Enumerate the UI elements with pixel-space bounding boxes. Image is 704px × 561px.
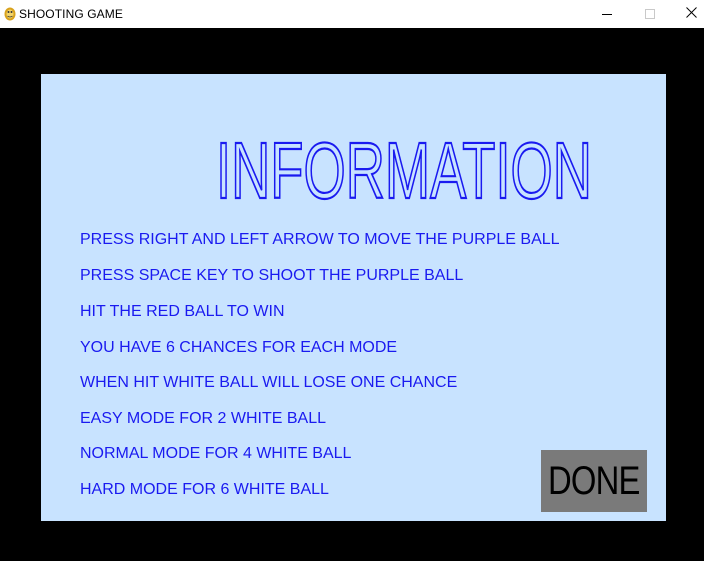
minimize-icon	[602, 13, 612, 15]
minimize-button[interactable]	[584, 0, 630, 28]
information-heading-text: INFORMATION	[216, 134, 592, 206]
title-bar: SHOOTING GAME	[0, 0, 704, 28]
window-title: SHOOTING GAME	[19, 7, 123, 21]
info-line: NORMAL MODE FOR 4 WHITE BALL	[80, 445, 352, 462]
done-button[interactable]: DONE	[541, 450, 647, 512]
info-line: HARD MODE FOR 6 WHITE BALL	[80, 481, 329, 498]
info-line: HIT THE RED BALL TO WIN	[80, 303, 285, 320]
info-line: PRESS RIGHT AND LEFT ARROW TO MOVE THE P…	[80, 231, 560, 248]
app-icon	[4, 6, 16, 21]
info-line: PRESS SPACE KEY TO SHOOT THE PURPLE BALL	[80, 267, 464, 284]
game-window: SHOOTING GAME INFORMATION PRESS RIGHT AN	[0, 0, 704, 561]
close-button[interactable]	[668, 0, 704, 28]
game-canvas: INFORMATION PRESS RIGHT AND LEFT ARROW T…	[0, 28, 704, 561]
maximize-button[interactable]	[627, 0, 673, 28]
information-panel: INFORMATION PRESS RIGHT AND LEFT ARROW T…	[41, 74, 666, 521]
done-button-label: DONE	[548, 458, 640, 503]
close-icon	[685, 5, 697, 23]
info-line: WHEN HIT WHITE BALL WILL LOSE ONE CHANCE	[80, 374, 458, 391]
info-line: YOU HAVE 6 CHANCES FOR EACH MODE	[80, 339, 398, 356]
maximize-icon	[645, 9, 655, 19]
info-line: EASY MODE FOR 2 WHITE BALL	[80, 410, 326, 427]
information-heading: INFORMATION	[41, 134, 666, 211]
